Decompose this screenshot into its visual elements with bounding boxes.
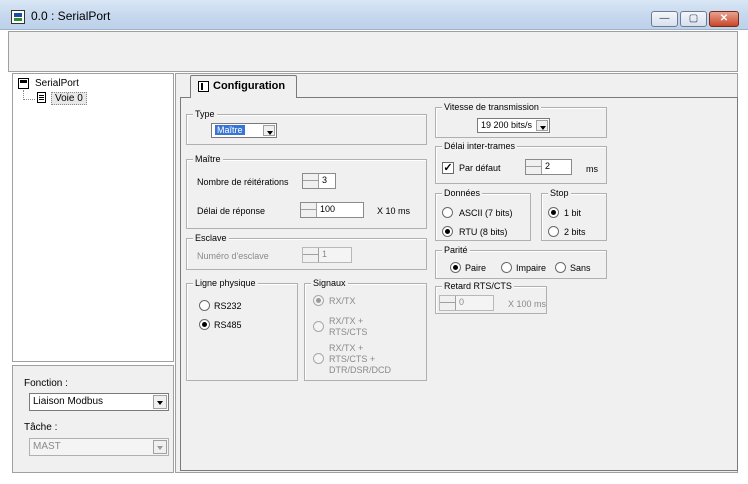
rxtx-rtscts-dtr-label-line2: RTS/CTS + — [329, 354, 376, 364]
delai-inter-trames-value: 2 — [545, 161, 551, 171]
rs232-label: RS232 — [214, 301, 242, 311]
stepper-buttons[interactable] — [526, 160, 542, 174]
tree-item-voie-0[interactable]: Voie 0 — [51, 92, 87, 105]
delai-reponse-value: 100 — [320, 204, 336, 214]
delai-inter-trames-stepper[interactable]: 2 — [525, 159, 572, 175]
rs485-label: RS485 — [214, 320, 242, 330]
group-title: Esclave — [193, 233, 229, 244]
toolbar-area — [8, 31, 738, 72]
stepper-buttons — [440, 296, 456, 310]
rxtx-rtscts-dtr-label-line1: RX/TX + — [329, 343, 364, 353]
group-title: Données — [442, 188, 483, 199]
numero-esclave-value: 1 — [322, 249, 328, 259]
tab-configuration[interactable]: Configuration — [190, 75, 297, 98]
retard-rts-cts-stepper: 0 — [439, 295, 494, 311]
stepper-buttons[interactable] — [303, 174, 319, 188]
fonction-select[interactable]: Liaison Modbus — [29, 393, 169, 411]
rxtx-rtscts-dtr-label-line3: DTR/DSR/DCD — [329, 365, 391, 375]
parite-paire-label: Paire — [465, 263, 487, 273]
parite-impaire-label: Impaire — [516, 263, 547, 273]
numero-esclave-stepper: 1 — [302, 247, 352, 263]
tree-item-serialport[interactable]: SerialPort — [35, 78, 79, 89]
chevron-down-icon — [263, 125, 275, 136]
numero-esclave-label: Numéro d'esclave — [197, 251, 269, 261]
ascii-label: ASCII (7 bits) — [459, 208, 513, 218]
group-title: Retard RTS/CTS — [442, 281, 514, 292]
function-panel: Fonction : Liaison Modbus Tâche : MAST — [12, 365, 174, 473]
rxtx-rtscts-dtr-radio — [313, 353, 324, 364]
type-select[interactable]: Maître — [211, 123, 277, 138]
chevron-down-icon — [153, 395, 167, 409]
retard-rts-cts-value: 0 — [459, 297, 465, 307]
tab-label: Configuration — [213, 80, 286, 92]
rxtx-rtscts-radio — [313, 321, 324, 332]
rs232-radio[interactable] — [199, 300, 210, 311]
ascii-radio[interactable] — [442, 207, 453, 218]
group-title: Stop — [548, 188, 571, 199]
rxtx-rtscts-label-line2: RTS/CTS — [329, 327, 368, 337]
group-title: Signaux — [311, 278, 348, 289]
stepper-buttons[interactable] — [301, 203, 317, 217]
vitesse-select[interactable]: 19 200 bits/s — [477, 118, 550, 133]
delai-inter-trames-unit: ms — [586, 164, 598, 174]
channel-icon — [37, 92, 46, 103]
maitre-group: Maître — [186, 154, 427, 229]
stop-2-bits-radio[interactable] — [548, 226, 559, 237]
chevron-down-icon — [153, 440, 167, 454]
rs485-radio[interactable] — [199, 319, 210, 330]
tache-label: Tâche : — [24, 422, 58, 433]
minimize-button[interactable]: — — [651, 11, 678, 27]
tache-select: MAST — [29, 438, 169, 456]
rxtx-radio — [313, 295, 324, 306]
rtu-radio[interactable] — [442, 226, 453, 237]
maximize-button[interactable]: ▢ — [680, 11, 707, 27]
stop-2-bits-label: 2 bits — [564, 227, 586, 237]
vitesse-value: 19 200 bits/s — [481, 120, 533, 130]
reiterations-label: Nombre de réitérations — [197, 177, 289, 187]
module-icon — [18, 78, 29, 89]
reiterations-value: 3 — [322, 175, 328, 185]
close-button[interactable]: ✕ — [709, 11, 739, 27]
parite-sans-radio[interactable] — [555, 262, 566, 273]
tree-panel: SerialPort Voie 0 — [12, 73, 174, 362]
group-title: Délai inter-trames — [442, 141, 518, 152]
retard-rts-cts-unit: X 100 ms — [508, 299, 547, 309]
delai-reponse-label: Délai de réponse — [197, 206, 266, 216]
stepper-buttons — [303, 248, 319, 262]
delai-reponse-stepper[interactable]: 100 — [300, 202, 364, 218]
parite-paire-radio[interactable] — [450, 262, 461, 273]
rxtx-label: RX/TX — [329, 296, 356, 306]
fonction-label: Fonction : — [24, 378, 68, 389]
window-title: 0.0 : SerialPort — [31, 9, 111, 23]
tree-connector — [23, 99, 35, 100]
fonction-value: Liaison Modbus — [33, 396, 104, 407]
rtu-label: RTU (8 bits) — [459, 227, 508, 237]
app-icon — [11, 10, 25, 24]
group-title: Vitesse de transmission — [442, 102, 541, 113]
parite-impaire-radio[interactable] — [501, 262, 512, 273]
par-defaut-label: Par défaut — [459, 163, 501, 173]
title-bar: 0.0 : SerialPort — ▢ ✕ — [0, 0, 748, 30]
stop-1-bit-radio[interactable] — [548, 207, 559, 218]
stop-1-bit-label: 1 bit — [564, 208, 582, 218]
parite-sans-label: Sans — [570, 263, 591, 273]
group-title: Maître — [193, 154, 223, 165]
delai-reponse-unit: X 10 ms — [377, 206, 411, 216]
type-value: Maître — [215, 125, 245, 135]
reiterations-stepper[interactable]: 3 — [302, 173, 336, 189]
rxtx-rtscts-label-line1: RX/TX + — [329, 316, 364, 326]
config-icon — [198, 81, 209, 92]
group-title: Type — [193, 109, 217, 120]
ligne-physique-group: Ligne physique — [186, 278, 298, 381]
chevron-down-icon — [536, 120, 548, 131]
par-defaut-checkbox[interactable]: ✓ — [442, 162, 454, 174]
group-title: Parité — [442, 245, 470, 256]
group-title: Ligne physique — [193, 278, 258, 289]
tache-value: MAST — [33, 441, 61, 452]
